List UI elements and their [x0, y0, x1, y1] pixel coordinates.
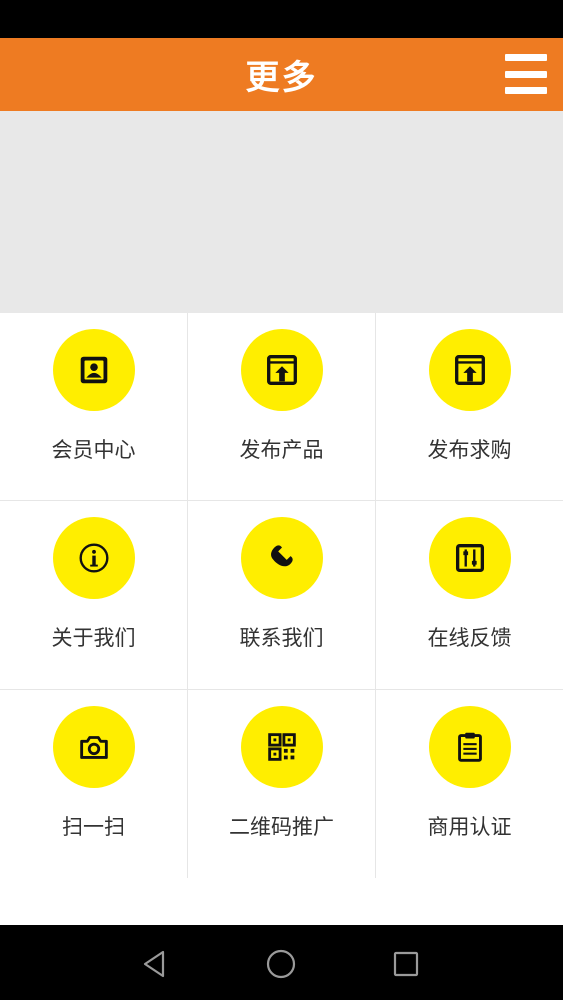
- grid-item-qr-promotion[interactable]: 二维码推广: [188, 690, 376, 878]
- publish-upload-icon: [240, 329, 323, 411]
- feedback-sliders-icon: [428, 517, 511, 599]
- status-bar: [0, 0, 563, 38]
- grid-item-publish-product[interactable]: 发布产品: [188, 313, 376, 501]
- app-header: 更多: [0, 38, 563, 111]
- grid-item-about-us[interactable]: 关于我们: [0, 501, 188, 690]
- grid-item-label: 商用认证: [427, 815, 512, 839]
- clipboard-icon: [428, 706, 511, 788]
- publish-upload-icon: [428, 329, 511, 411]
- grid-item-scan[interactable]: 扫一扫: [0, 690, 188, 878]
- grid-item-member-center[interactable]: 会员中心: [0, 313, 188, 501]
- grid-item-label: 扫一扫: [62, 815, 125, 839]
- grid-item-publish-purchase[interactable]: 发布求购: [376, 313, 563, 501]
- grid-item-contact-us[interactable]: 联系我们: [188, 501, 376, 690]
- camera-icon: [52, 706, 135, 788]
- hamburger-menu-icon[interactable]: [505, 54, 547, 94]
- grid-item-label: 发布产品: [239, 438, 324, 462]
- grid-item-label: 二维码推广: [229, 815, 334, 839]
- grid-item-label: 会员中心: [51, 438, 136, 462]
- grid-item-label: 发布求购: [427, 438, 512, 462]
- grid-item-online-feedback[interactable]: 在线反馈: [376, 501, 563, 690]
- home-circle-icon[interactable]: [264, 947, 298, 981]
- grid-item-business-certification[interactable]: 商用认证: [376, 690, 563, 878]
- page-title: 更多: [245, 58, 318, 98]
- grid-item-label: 联系我们: [239, 626, 324, 650]
- banner-area: [0, 111, 563, 313]
- qr-code-icon: [240, 706, 323, 788]
- grid-item-label: 在线反馈: [427, 626, 512, 650]
- back-triangle-icon[interactable]: [138, 947, 172, 981]
- feature-grid: 会员中心 发布产品 发布求购 关于我们 联系我们 在线反馈 扫一扫 二维码推广 …: [0, 313, 563, 878]
- grid-item-label: 关于我们: [51, 626, 136, 650]
- phone-icon: [240, 517, 323, 599]
- info-icon: [52, 517, 135, 599]
- member-card-icon: [52, 329, 135, 411]
- system-navigation-bar: [0, 925, 563, 1000]
- recent-square-icon[interactable]: [389, 947, 423, 981]
